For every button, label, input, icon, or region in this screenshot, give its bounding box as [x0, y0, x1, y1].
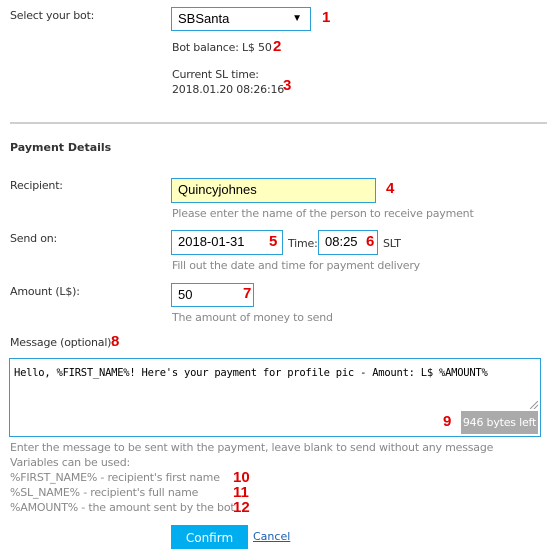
- sl-time-label: Current SL time:: [172, 68, 259, 81]
- annotation-12: 12: [233, 499, 250, 516]
- message-hint: Enter the message to be sent with the pa…: [10, 441, 494, 454]
- message-text: Hello, %FIRST_NAME%! Here's your payment…: [14, 367, 488, 379]
- annotation-3: 3: [283, 77, 292, 94]
- send-on-label: Send on:: [10, 232, 58, 245]
- cancel-link[interactable]: Cancel: [253, 530, 290, 543]
- chevron-down-icon: ▼: [292, 13, 302, 24]
- slt-suffix: SLT: [383, 237, 401, 250]
- bot-select[interactable]: SBSanta ▼: [171, 7, 311, 31]
- annotation-6: 6: [366, 233, 375, 250]
- annotation-8: 8: [111, 333, 120, 350]
- recipient-hint: Please enter the name of the person to r…: [172, 207, 474, 220]
- annotation-9: 9: [443, 413, 452, 430]
- section-divider: [10, 122, 547, 124]
- date-input[interactable]: 2018-01-31: [171, 230, 283, 255]
- select-bot-label: Select your bot:: [10, 9, 95, 22]
- resize-handle-icon[interactable]: [530, 401, 538, 409]
- recipient-label: Recipient:: [10, 179, 63, 192]
- annotation-7: 7: [243, 285, 252, 302]
- sl-time-value: 2018.01.20 08:26:16: [172, 83, 285, 96]
- variable-first-name: %FIRST_NAME% - recipient's first name: [10, 471, 220, 484]
- annotation-5: 5: [269, 233, 278, 250]
- annotation-4: 4: [386, 180, 395, 197]
- amount-hint: The amount of money to send: [172, 311, 333, 324]
- variables-title: Variables can be used:: [10, 456, 131, 469]
- amount-input[interactable]: 50: [171, 283, 254, 307]
- send-on-hint: Fill out the date and time for payment d…: [172, 259, 420, 272]
- annotation-2: 2: [273, 38, 282, 55]
- payment-details-title: Payment Details: [10, 141, 112, 154]
- time-label: Time:: [288, 237, 318, 250]
- variable-amount: %AMOUNT% - the amount sent by the bot: [10, 501, 235, 514]
- variable-sl-name: %SL_NAME% - recipient's full name: [10, 486, 199, 499]
- bot-balance: Bot balance: L$ 50: [172, 41, 272, 54]
- amount-label: Amount (L$):: [10, 285, 80, 298]
- annotation-1: 1: [322, 9, 331, 26]
- recipient-input[interactable]: Quincyjohnes: [171, 178, 376, 203]
- message-label: Message (optional):: [10, 336, 115, 349]
- confirm-button[interactable]: Confirm: [171, 525, 248, 549]
- bytes-left-badge: 946 bytes left: [461, 411, 538, 434]
- bot-select-value: SBSanta: [178, 11, 230, 26]
